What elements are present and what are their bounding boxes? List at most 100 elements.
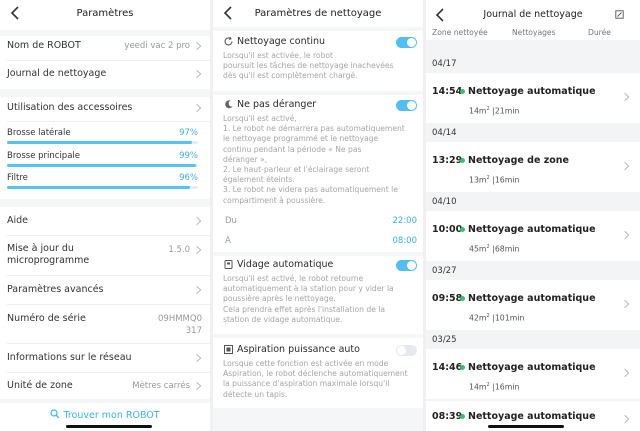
setting-title-text: Ne pas déranger [237, 99, 317, 110]
page-title: Paramètres de nettoyage [254, 8, 382, 19]
advanced-settings-row[interactable]: Paramètres avancés [0, 284, 210, 304]
settings-panel: Paramètres Nom de ROBOT yeedi vac 2 pro … [0, 0, 210, 431]
accessory-progress-bar [7, 141, 198, 144]
log-entry[interactable]: 09:58 Nettoyage automatique 42m2 |101min [426, 280, 640, 330]
continuous-cleaning-toggle[interactable] [396, 37, 417, 48]
area-unit-superscript: 2 [486, 382, 490, 388]
entry-mode: Nettoyage automatique [468, 293, 596, 304]
robot-name-row[interactable]: Nom de ROBOT yeedi vac 2 pro [0, 40, 210, 60]
log-entry[interactable]: 14:46 Nettoyage automatique 14m2 |16min [426, 349, 640, 399]
edit-icon[interactable] [615, 10, 624, 19]
firmware-label-line2: microprogramme [7, 255, 90, 266]
page-title: Journal de nettoyage [483, 9, 583, 20]
carpet-icon [224, 345, 233, 354]
area-unit-superscript: 2 [486, 313, 490, 319]
cleaning-log-panel: Journal de nettoyage Zone nettoyée Netto… [426, 0, 640, 431]
area-unit-superscript: 2 [486, 175, 490, 181]
auto-empty-setting: Vidage automatique Lorsqu'il est activé,… [223, 259, 417, 329]
progress-fill [7, 164, 197, 167]
entry-time: 09:58 [432, 293, 463, 304]
row-separator [7, 235, 210, 236]
chevron-right-icon [192, 245, 202, 255]
setting-description: Lorsque cette fonction est activée en mo… [223, 359, 408, 399]
find-robot-button[interactable]: Trouver mon ROBOT [0, 409, 210, 421]
entry-time: 14:54 [432, 86, 463, 97]
help-row[interactable]: Aide [0, 215, 210, 235]
setting-title-text: Aspiration puissance auto [237, 344, 360, 355]
accessory-percent: 99% [179, 151, 198, 161]
entry-stats: 14m2 |16min [469, 382, 519, 392]
dnd-from-time: 22:00 [392, 216, 418, 226]
settings-header: Paramètres [0, 0, 210, 30]
serial-value-line1: 09HMMQ0 [158, 314, 202, 324]
advanced-label: Paramètres avancés [7, 284, 104, 295]
entry-time: 08:39 [432, 411, 463, 422]
chevron-right-icon [620, 299, 630, 309]
accessory-label: Brosse principale [7, 151, 80, 161]
row-separator [7, 275, 210, 276]
dnd-from-label: Du [225, 216, 237, 226]
accessories-row[interactable]: Utilisation des accessoires [0, 102, 210, 122]
setting-title: Nettoyage continu [223, 36, 325, 47]
log-entry[interactable]: 14:54 Nettoyage automatique 14m2 |21min [426, 73, 640, 123]
column-header-duration: Durée [588, 28, 611, 37]
bottom-area [213, 408, 423, 431]
log-entry[interactable]: 10:00 Nettoyage automatique 45m2 |68min [426, 211, 640, 261]
chevron-right-icon [192, 285, 202, 295]
find-robot-label: Trouver mon ROBOT [63, 410, 160, 421]
accessory-side-brush: Brosse latérale 97% [7, 128, 198, 138]
firmware-version: 1.5.0 [168, 245, 190, 255]
setting-title-text: Vidage automatique [237, 259, 334, 270]
log-entry[interactable]: 13:29 Nettoyage de zone 13m2 |16min [426, 142, 640, 192]
section-divider [213, 252, 423, 256]
area-unit-row[interactable]: Unité de zone Mètres carrés [0, 380, 210, 400]
network-label: Informations sur le réseau [7, 352, 132, 363]
section-divider [0, 89, 210, 97]
entry-time: 10:00 [432, 224, 463, 235]
entry-stats: 13m2 |16min [469, 175, 519, 185]
auto-empty-toggle[interactable] [396, 260, 417, 271]
chevron-right-icon [192, 103, 202, 113]
entry-duration: |101min [492, 313, 525, 323]
section-divider [0, 399, 210, 403]
firmware-label: Mise à jour du microprogramme [7, 243, 89, 267]
entry-duration: |16min [492, 382, 520, 392]
chevron-right-icon [192, 41, 202, 51]
auto-suction-setting: Aspiration puissance auto Lorsque cette … [223, 344, 417, 404]
entry-area: 45m [469, 244, 487, 254]
row-separator [7, 121, 210, 122]
dnd-start-time-row[interactable]: Du 22:00 [225, 216, 417, 226]
setting-description: Lorsqu'il est activée, le robot poursuit… [223, 51, 394, 81]
status-dot-icon [460, 365, 465, 370]
chevron-right-icon [192, 69, 202, 79]
accessory-progress-bar [7, 186, 198, 189]
entry-time: 13:29 [432, 155, 463, 166]
status-dot-icon [460, 89, 465, 94]
accessory-progress-bar [7, 164, 198, 167]
status-dot-icon [460, 414, 465, 419]
search-icon [50, 409, 60, 419]
dnd-end-time-row[interactable]: À 08:00 [225, 236, 417, 246]
network-info-row[interactable]: Informations sur le réseau [0, 352, 210, 372]
area-unit-superscript: 2 [486, 244, 490, 250]
entry-area: 14m [469, 382, 487, 392]
firmware-row[interactable]: Mise à jour du microprogramme 1.5.0 [0, 243, 210, 271]
home-indicator [66, 425, 152, 428]
robot-name-value: yeedi vac 2 pro [124, 41, 190, 51]
status-dot-icon [460, 158, 465, 163]
auto-suction-toggle[interactable] [396, 345, 417, 356]
chevron-right-icon [620, 414, 630, 424]
setting-title: Vidage automatique [223, 259, 333, 270]
robot-name-label: Nom de ROBOT [7, 40, 81, 51]
accessory-percent: 96% [179, 173, 198, 183]
accessory-label: Brosse latérale [7, 128, 71, 138]
do-not-disturb-toggle[interactable] [396, 100, 417, 111]
help-label: Aide [7, 215, 29, 226]
chevron-right-icon [620, 92, 630, 102]
entry-mode: Nettoyage automatique [468, 411, 596, 422]
row-separator [7, 343, 210, 344]
journal-row[interactable]: Journal de nettoyage [0, 68, 210, 88]
chevron-right-icon [192, 381, 202, 391]
entry-area: 42m [469, 313, 487, 323]
setting-title: Aspiration puissance auto [223, 344, 360, 355]
